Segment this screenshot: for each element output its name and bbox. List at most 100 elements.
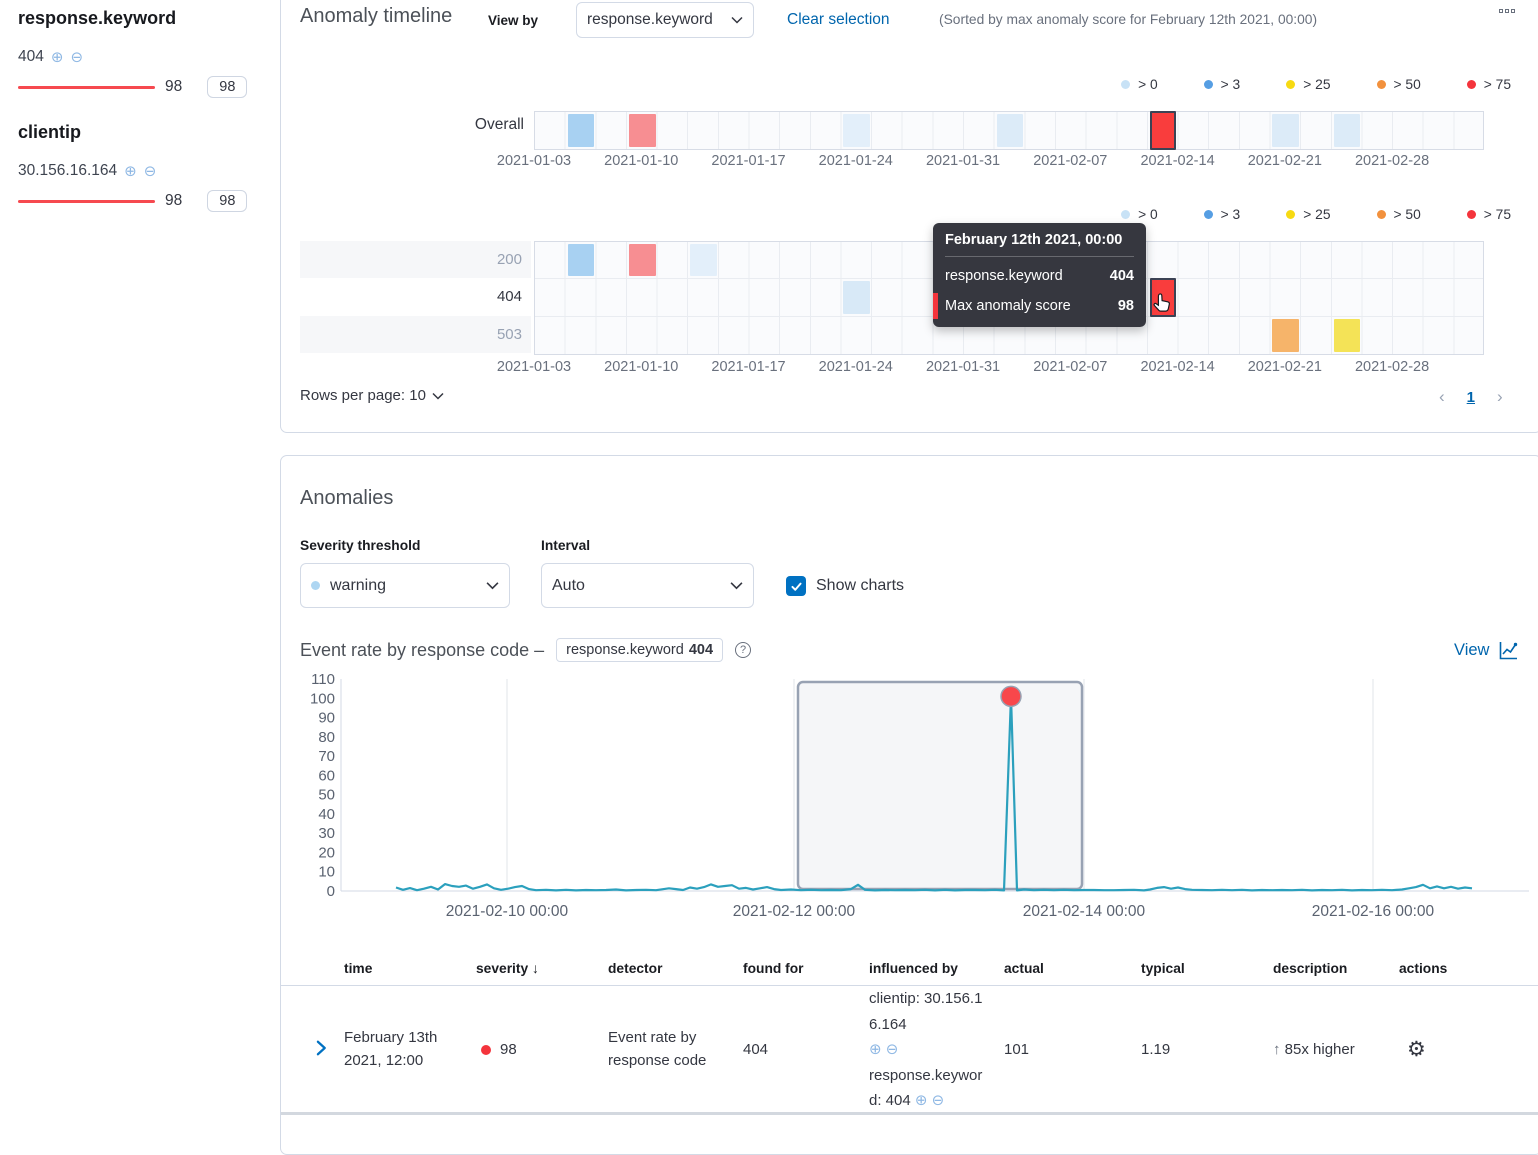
add-filter-icon[interactable]: ⊕: [124, 164, 137, 179]
y-tick-label: 50: [318, 787, 335, 804]
swimlane-cell[interactable]: [843, 114, 870, 147]
add-filter-icon[interactable]: ⊕: [51, 50, 64, 65]
y-tick-label: 60: [318, 767, 335, 784]
view-by-label: View by: [488, 13, 538, 28]
y-tick-label: 20: [318, 844, 335, 861]
tooltip-value: 98: [1118, 298, 1134, 314]
legend-label: > 25: [1303, 77, 1330, 92]
swimlane-row-label[interactable]: 200: [300, 241, 531, 278]
swimlane-cell[interactable]: [568, 244, 595, 276]
y-tick-label: 90: [318, 710, 335, 727]
overall-lane-label: Overall: [459, 116, 524, 134]
max-score-badge: 98: [207, 76, 247, 98]
legend-dot: [1121, 80, 1130, 89]
column-header-actions[interactable]: actions: [1399, 961, 1538, 976]
anomaly-marker-dot[interactable]: [1001, 686, 1021, 706]
actions-gear-icon[interactable]: ⚙: [1407, 1038, 1426, 1061]
swimlane-tooltip: February 12th 2021, 00:00 response.keywo…: [933, 223, 1146, 327]
event-rate-chart[interactable]: 11010090807060504030201002021-02-10 00:0…: [301, 666, 1538, 931]
add-filter-icon[interactable]: ⊕: [869, 1041, 882, 1058]
swimlane-cell[interactable]: [1334, 114, 1361, 147]
interval-value: Auto: [552, 577, 730, 595]
swimlane-cell[interactable]: [1272, 114, 1299, 147]
chart-line-icon[interactable]: [1498, 640, 1519, 661]
column-header-description[interactable]: description: [1273, 961, 1399, 976]
prev-page-icon[interactable]: ‹: [1439, 387, 1445, 407]
expand-row-icon[interactable]: [311, 1038, 331, 1058]
max-score-badge: 98: [207, 190, 247, 212]
column-header-actual[interactable]: actual: [1004, 961, 1141, 976]
severity-threshold-value: warning: [330, 577, 486, 595]
swimlane-cell[interactable]: [568, 114, 595, 147]
column-header-influenced-by[interactable]: influenced by: [869, 961, 1004, 976]
y-tick-label: 70: [318, 748, 335, 765]
swimlane-row-label[interactable]: 404: [300, 278, 531, 315]
panel-title: Anomaly timeline: [300, 5, 452, 28]
interval-select[interactable]: Auto: [541, 563, 754, 608]
remove-filter-icon[interactable]: ⊖: [70, 50, 83, 65]
column-header-found-for[interactable]: found for: [743, 961, 869, 976]
swimlane-cell[interactable]: [629, 114, 656, 147]
anomalies-table-row[interactable]: February 13th 2021, 12:00 98 Event rate …: [281, 986, 1538, 1112]
cell-severity: 98: [476, 1041, 608, 1058]
panel-options-icon[interactable]: [1499, 9, 1515, 13]
axis-tick-label: 2021-02-07: [1033, 153, 1107, 169]
interval-label: Interval: [541, 538, 590, 553]
cursor-pointer-icon: [1153, 293, 1171, 313]
view-by-select[interactable]: response.keyword: [576, 2, 754, 38]
remove-filter-icon[interactable]: ⊖: [886, 1041, 899, 1058]
remove-filter-icon[interactable]: ⊖: [144, 164, 157, 179]
legend-label: > 50: [1394, 77, 1421, 92]
column-header-severity[interactable]: severity ↓: [476, 961, 608, 976]
cell-description: ↑ 85x higher: [1273, 1041, 1399, 1058]
influencer-value: 30.156.16.164: [18, 162, 117, 180]
chevron-down-icon: [432, 392, 444, 400]
legend-label: > 0: [1138, 77, 1158, 92]
clear-selection-link[interactable]: Clear selection: [787, 11, 890, 29]
axis-tick-label: 2021-01-31: [926, 153, 1000, 169]
legend-item: > 25: [1286, 207, 1330, 222]
show-charts-checkbox[interactable]: [786, 576, 806, 596]
overall-swimlane[interactable]: [534, 111, 1484, 150]
column-header-typical[interactable]: typical: [1141, 961, 1273, 976]
swimlane-row-label[interactable]: 503: [300, 316, 531, 353]
time-selection-box[interactable]: [798, 682, 1082, 889]
swimlane-cell[interactable]: [690, 244, 717, 276]
cell-typical: 1.19: [1141, 1041, 1273, 1058]
swimlane-cell[interactable]: [997, 114, 1024, 147]
swimlane-cell[interactable]: [1272, 319, 1299, 352]
column-header-detector[interactable]: detector: [608, 961, 743, 976]
axis-tick-label: 2021-01-10: [604, 359, 678, 375]
critical-severity-dot: [481, 1045, 491, 1055]
severity-legend: > 0> 3> 25> 50> 75: [1121, 207, 1511, 222]
legend-dot: [1121, 210, 1130, 219]
add-filter-icon[interactable]: ⊕: [915, 1092, 928, 1109]
swimlane-cell[interactable]: [629, 244, 656, 276]
severity-threshold-select[interactable]: warning: [300, 563, 510, 608]
column-header-time[interactable]: time: [344, 961, 476, 976]
anomalies-table-header: timeseverity ↓detectorfound forinfluence…: [281, 951, 1538, 986]
swimlane-cell-selected[interactable]: [1150, 111, 1177, 150]
sorted-note: (Sorted by max anomaly score for Februar…: [939, 12, 1317, 27]
view-link[interactable]: View: [1454, 641, 1489, 660]
rows-per-page-button[interactable]: Rows per page: 10: [300, 387, 444, 404]
help-icon[interactable]: ?: [735, 642, 751, 658]
y-tick-label: 0: [327, 883, 335, 900]
axis-tick-label: 2021-01-24: [819, 359, 893, 375]
pagination: ‹ 1 ›: [1439, 387, 1503, 407]
cell-detector: Event rate by response code: [608, 1027, 716, 1072]
legend-dot: [1377, 80, 1386, 89]
anomaly-score: 98: [165, 192, 182, 210]
page-number[interactable]: 1: [1467, 389, 1475, 406]
chart-filter-badge[interactable]: response.keyword 404: [556, 638, 723, 662]
swimlane-cell[interactable]: [1334, 319, 1361, 352]
anomaly-score-bar: [18, 86, 155, 89]
remove-filter-icon[interactable]: ⊖: [932, 1092, 945, 1109]
badge-field: response.keyword: [566, 642, 684, 658]
next-page-icon[interactable]: ›: [1497, 387, 1503, 407]
swimlane-cell[interactable]: [843, 281, 870, 313]
legend-label: > 25: [1303, 207, 1330, 222]
axis-tick-label: 2021-01-03: [497, 153, 571, 169]
swimlane-axis: 2021-01-032021-01-102021-01-172021-01-24…: [534, 359, 1484, 377]
legend-item: > 3: [1204, 207, 1241, 222]
